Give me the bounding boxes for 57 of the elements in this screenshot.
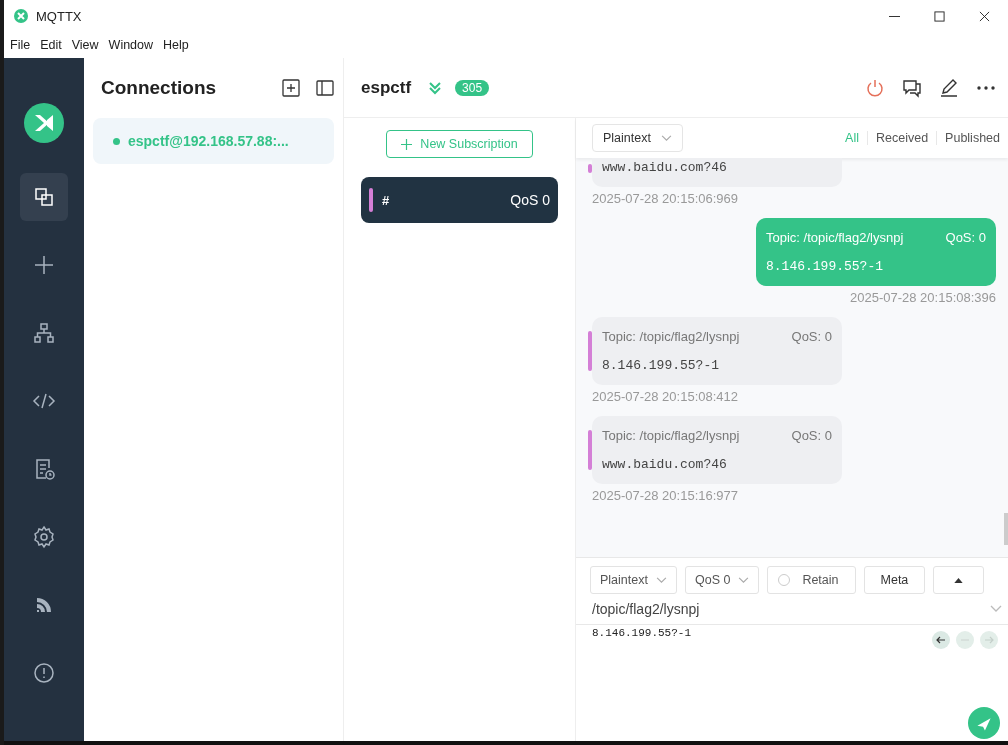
subscription-qos: QoS 0 bbox=[510, 192, 550, 208]
message-payload: 8.146.199.55?-1 bbox=[602, 358, 721, 373]
meta-button[interactable]: Meta bbox=[863, 566, 926, 594]
message-payload: 8.146.199.55?-1 bbox=[766, 259, 885, 274]
subscription-topic: # bbox=[382, 192, 390, 208]
format-select[interactable]: Plaintext bbox=[592, 124, 683, 152]
info-icon bbox=[32, 661, 56, 685]
triangle-up-icon bbox=[954, 577, 964, 583]
plus-icon bbox=[32, 253, 56, 277]
message-time: 2025-07-28 20:15:16:977 bbox=[592, 488, 738, 503]
caret-icon bbox=[655, 576, 667, 584]
add-icon[interactable] bbox=[282, 79, 300, 97]
sidebar-item[interactable] bbox=[20, 173, 68, 221]
panel-title: Connections bbox=[101, 77, 217, 99]
subscription-item[interactable]: # QoS 0 bbox=[361, 177, 558, 223]
power-icon[interactable] bbox=[865, 77, 885, 98]
qos-select[interactable]: QoS 0 bbox=[684, 566, 760, 594]
sidebar-toggle-icon[interactable] bbox=[316, 79, 334, 97]
message-topic: Topic: /topic/flag2/lysnpj bbox=[766, 230, 904, 245]
retain-toggle[interactable]: Retain bbox=[767, 566, 856, 594]
menu-item[interactable]: Window bbox=[108, 38, 154, 52]
message-qos: QoS: 0 bbox=[791, 428, 832, 443]
maximize-icon[interactable] bbox=[934, 10, 945, 22]
caret-icon bbox=[660, 134, 672, 142]
message-qos: QoS: 0 bbox=[791, 329, 832, 344]
menu-item[interactable]: Edit bbox=[40, 38, 62, 52]
message-time: 2025-07-28 20:15:08:396 bbox=[850, 290, 996, 305]
close-icon[interactable] bbox=[979, 10, 990, 22]
filter-tab[interactable]: Published bbox=[936, 131, 1008, 145]
app-logo-icon bbox=[14, 9, 28, 23]
menu-item[interactable]: View bbox=[71, 38, 99, 52]
format-select[interactable]: Plaintext bbox=[590, 566, 677, 594]
payload-editor[interactable]: 8.146.199.55?-1 bbox=[592, 627, 692, 649]
window-title: MQTTX bbox=[36, 8, 82, 24]
message-topic: Topic: /topic/flag2/lysnpj bbox=[602, 428, 740, 443]
settings-icon bbox=[32, 525, 56, 549]
filter-tab[interactable]: Received bbox=[866, 131, 937, 145]
hierarchy-icon bbox=[32, 321, 56, 345]
connection-name: espctf@192.168.57.88:... bbox=[128, 133, 289, 149]
caret-icon bbox=[738, 576, 750, 584]
message-payload: www.baidu.com?46 bbox=[602, 457, 728, 472]
plus-icon bbox=[401, 138, 413, 150]
message-qos: QoS: 0 bbox=[945, 230, 986, 245]
chat-icon[interactable] bbox=[902, 77, 922, 98]
message-time: 2025-07-28 20:15:06:969 bbox=[592, 191, 738, 206]
menu-item[interactable]: Help bbox=[163, 38, 189, 52]
menu-item[interactable]: File bbox=[10, 38, 31, 52]
message-time: 2025-07-28 20:15:08:412 bbox=[592, 389, 738, 404]
message-payload: www.baidu.com?46 bbox=[602, 160, 728, 175]
windows-icon bbox=[32, 185, 56, 209]
topic-input[interactable]: /topic/flag2/lysnpj bbox=[576, 594, 1008, 625]
message-count: 305 bbox=[455, 79, 490, 96]
back-icon[interactable] bbox=[932, 631, 950, 649]
edit-icon[interactable] bbox=[939, 77, 959, 98]
app-logo-icon bbox=[24, 103, 64, 143]
connection-title: espctf bbox=[361, 77, 412, 98]
message-topic: Topic: /topic/flag2/lysnpj bbox=[602, 329, 740, 344]
